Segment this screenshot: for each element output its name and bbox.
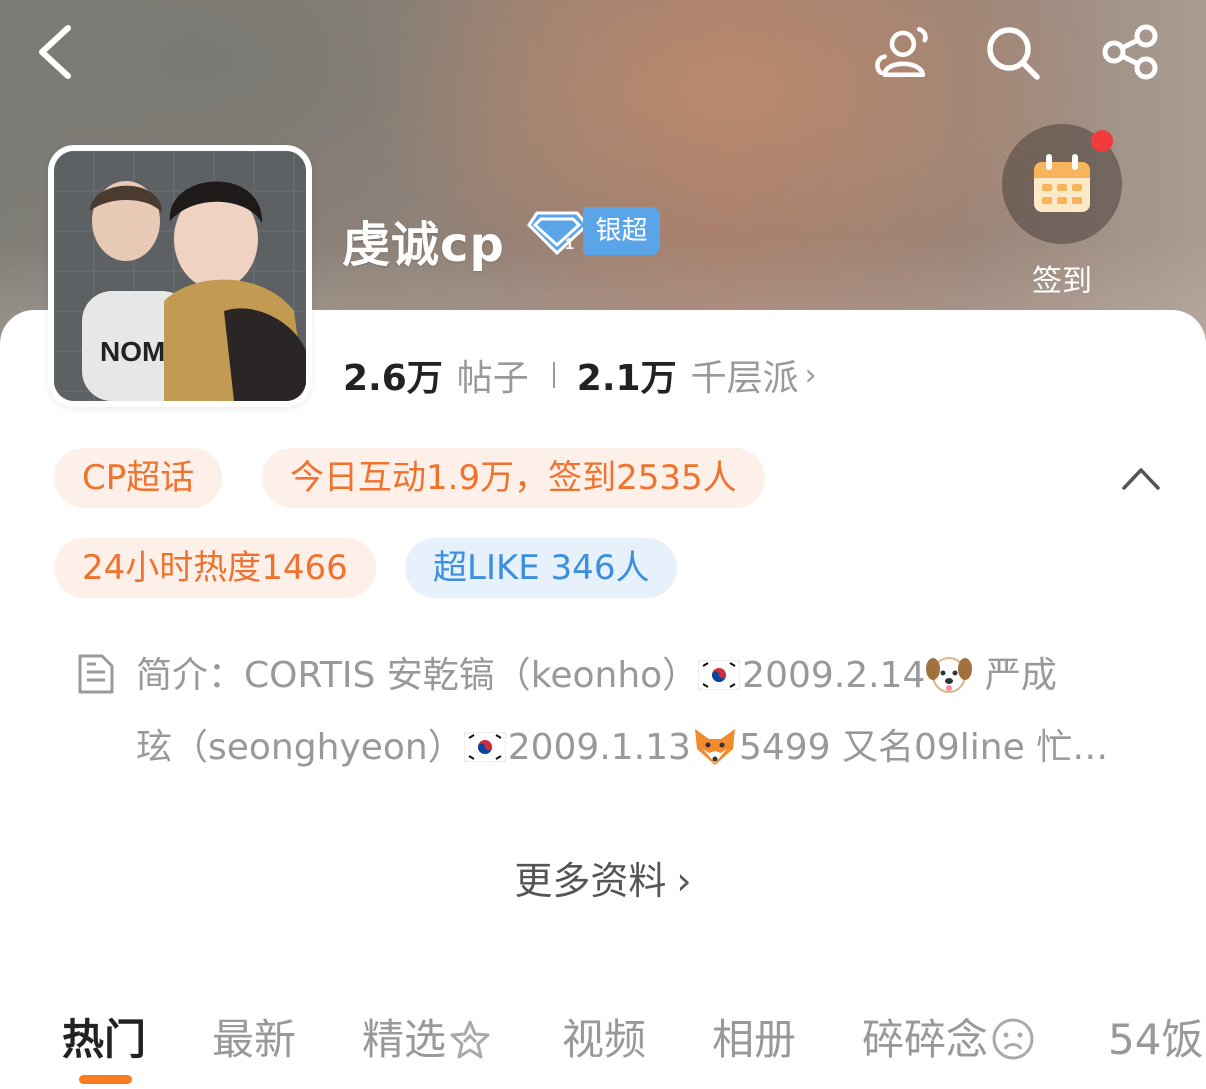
tab-featured-label: 精选: [362, 1015, 447, 1064]
avatar-image: NOM: [54, 151, 306, 401]
intro-mid: 严成: [973, 655, 1057, 696]
search-icon[interactable]: [982, 22, 1042, 82]
members-label: 千层派: [690, 358, 799, 399]
document-icon: [78, 654, 114, 694]
tag-category[interactable]: CP超话: [54, 448, 223, 508]
intro-line-2: 玹（seonghyeon） 2009.1.13 5499 又名09line 忙…: [136, 712, 1126, 784]
more-info-label: 更多资料: [514, 859, 667, 903]
intro-line-1: 简介：CORTIS 安乾镐（keonho） 2009.2.14 严成: [136, 640, 1126, 712]
intro-line2-start: 玹（seonghyeon）: [136, 727, 464, 768]
members-count: 2.1万: [576, 358, 677, 399]
tab-featured[interactable]: 精选: [362, 1006, 492, 1067]
tab-video[interactable]: 视频: [562, 1006, 646, 1067]
intro-tail: 5499 又名09line 忙…: [738, 727, 1109, 768]
svg-text:1: 1: [565, 236, 574, 253]
level-badge[interactable]: 1 银超: [527, 207, 660, 255]
share-icon[interactable]: [1100, 22, 1160, 82]
checkin-label[interactable]: 签到: [1002, 256, 1122, 300]
intro-date-1: 2009.2.14: [742, 655, 926, 696]
chevron-right-icon: ›: [676, 859, 692, 903]
page-title: 虔诚cp: [342, 217, 505, 273]
korea-flag-icon: [698, 660, 741, 690]
tag-activity[interactable]: 今日互动1.9万，签到2535人: [262, 448, 765, 508]
tab-murmur-label: 碎碎念: [862, 1015, 989, 1064]
notification-dot: [1091, 130, 1113, 152]
more-info-link[interactable]: 更多资料 ›: [0, 850, 1206, 905]
tab-hot[interactable]: 热门: [62, 1006, 146, 1067]
tag-superlike[interactable]: 超LIKE 346人: [405, 538, 678, 598]
sad-face-icon: [992, 1018, 1034, 1060]
stats-divider: [552, 362, 555, 388]
intro-text[interactable]: 简介：CORTIS 安乾镐（keonho） 2009.2.14 严成 玹（seon…: [136, 640, 1126, 784]
active-tab-indicator: [79, 1075, 132, 1084]
fox-emoji-icon: [694, 729, 735, 765]
chevron-up-icon[interactable]: [1116, 458, 1166, 498]
calendar-icon: [1034, 154, 1090, 212]
badge-label: 银超: [583, 207, 660, 255]
chevron-right-icon: ›: [804, 357, 817, 393]
tab-bar: 热门 最新 精选 视频 相册 碎碎念 54饭: [0, 1000, 1206, 1089]
posts-label: 帖子: [456, 358, 529, 399]
diamond-icon: 1: [527, 211, 590, 255]
stats-row[interactable]: 2.6万 帖子 2.1万 千层派 ›: [343, 352, 817, 400]
intro-prefix: 简介：CORTIS 安乾镐（keonho）: [136, 655, 699, 696]
tab-fanclub[interactable]: 54饭: [1108, 1006, 1203, 1067]
korea-flag-icon: [463, 732, 506, 762]
tag-heat[interactable]: 24小时热度1466: [54, 538, 376, 598]
people-icon[interactable]: [872, 22, 932, 82]
posts-count: 2.6万: [343, 358, 443, 399]
intro-date-2: 2009.1.13: [507, 727, 691, 768]
back-arrow-icon[interactable]: [30, 22, 90, 82]
tab-latest[interactable]: 最新: [212, 1006, 296, 1067]
tab-album[interactable]: 相册: [712, 1006, 796, 1067]
svg-text:NOM: NOM: [100, 336, 165, 367]
tab-murmur[interactable]: 碎碎念: [862, 1006, 1036, 1067]
avatar[interactable]: NOM: [48, 145, 312, 407]
star-badge-icon: [450, 1020, 490, 1059]
dog-emoji-icon: [926, 657, 973, 693]
